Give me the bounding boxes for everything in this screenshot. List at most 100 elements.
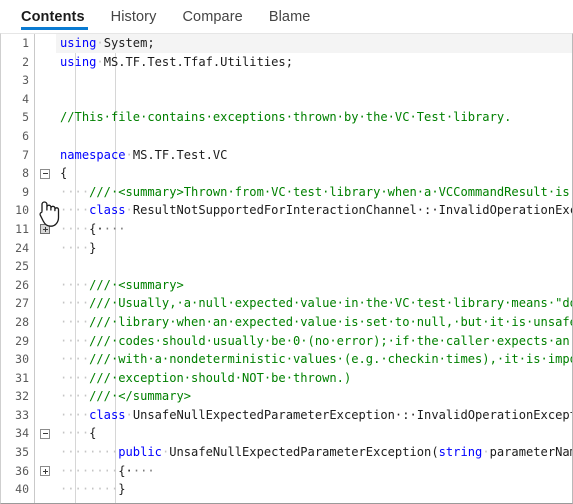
code-editor[interactable]: 1 using·System; 2 using·MS.TF.Test.Tfaf.Uti…: [0, 33, 573, 504]
code-text[interactable]: ····class·ResultNotSupportedForInteracti…: [56, 201, 572, 220]
code-line[interactable]: 7 namespace·MS.TF.Test.VC: [1, 145, 572, 165]
plus-icon: [44, 226, 46, 232]
code-line[interactable]: 31 ····///·exception·should·NOT·be·thrown…: [1, 368, 572, 388]
expand-region-button[interactable]: [40, 224, 50, 235]
code-line[interactable]: 34 ····{: [1, 424, 572, 444]
code-tokens: ····///·library·when·an·expected·value·i…: [60, 313, 572, 332]
code-line[interactable]: 25: [1, 257, 572, 276]
code-line[interactable]: 41: [1, 498, 572, 503]
token-cm: ///·</summary>: [89, 389, 192, 404]
code-text[interactable]: ····class·UnsafeNullExpectedParameterExc…: [56, 406, 572, 425]
code-text[interactable]: ········{····: [56, 462, 572, 481]
token-tx: }: [118, 482, 126, 497]
code-line[interactable]: 33 ····class·UnsafeNullExpectedParameterE…: [1, 405, 572, 425]
line-number: 4: [22, 91, 29, 106]
code-tokens: ····///·<summary>: [60, 276, 572, 295]
token-kw: using: [60, 54, 97, 69]
code-line[interactable]: 32 ····///·</summary>: [1, 387, 572, 406]
code-text[interactable]: {: [56, 164, 572, 183]
code-line[interactable]: 9 ····///·<summary>Thrown·from·VC·test·li…: [1, 182, 572, 202]
fold-margin-cell: [34, 405, 56, 425]
code-line[interactable]: 2 using·MS.TF.Test.Tfaf.Utilities;: [1, 52, 572, 72]
code-line[interactable]: 24 ····}: [1, 238, 572, 258]
code-text[interactable]: using·MS.TF.Test.Tfaf.Utilities;: [56, 53, 572, 72]
tab-history[interactable]: History: [98, 0, 170, 33]
fold-margin-cell: [34, 164, 56, 183]
token-ws: ·: [96, 54, 104, 69]
code-text[interactable]: [56, 90, 572, 109]
token-cm: //This·file·contains·exceptions·thrown·b…: [60, 110, 512, 125]
code-text[interactable]: [56, 71, 572, 90]
code-line[interactable]: 10 ····class·ResultNotSupportedForInterac…: [1, 201, 572, 220]
line-number: 5: [22, 110, 29, 125]
code-line[interactable]: 1 using·System;: [1, 34, 572, 53]
fold-margin-cell: [34, 498, 56, 503]
code-text[interactable]: namespace·MS.TF.Test.VC: [56, 146, 572, 165]
code-text[interactable]: using·System;: [56, 34, 572, 53]
code-text[interactable]: ····///·<summary>Thrown·from·VC·test·lib…: [56, 183, 572, 202]
code-line[interactable]: 35 ········public · UnsafeNullExpectedParam…: [1, 443, 572, 462]
collapse-region-button[interactable]: [40, 428, 50, 439]
token-ws: ····: [60, 314, 90, 329]
code-tokens: {: [60, 164, 572, 183]
line-number: 7: [22, 147, 29, 162]
line-number: 29: [15, 333, 29, 348]
code-text[interactable]: [56, 499, 572, 503]
line-number: 10: [15, 203, 29, 218]
line-number: 1: [1, 34, 34, 53]
code-tokens: ····///·codes·should·usually·be·0·(no·er…: [60, 332, 572, 351]
code-text[interactable]: ····///·codes·should·usually·be·0·(no·er…: [56, 332, 572, 351]
code-tokens: ····class·UnsafeNullExpectedParameterExc…: [60, 406, 572, 425]
code-line[interactable]: 11 ····{····: [1, 219, 572, 239]
tab-bar: Contents History Compare Blame: [0, 0, 573, 33]
fold-margin-cell: [34, 182, 56, 202]
code-text[interactable]: ····///·Usually,·a·null·expected·value·i…: [56, 294, 572, 313]
code-line[interactable]: 30 ····///·with·a·nondeterministic·values…: [1, 350, 572, 369]
token-ws: ····: [60, 370, 90, 385]
code-tokens: ····///·with·a·nondeterministic·values·(…: [60, 350, 572, 369]
fold-margin-cell: [34, 368, 56, 388]
code-text[interactable]: ········public · UnsafeNullExpectedParamet…: [56, 443, 572, 462]
code-text[interactable]: ····///·library·when·an·expected·value·i…: [56, 313, 572, 332]
code-line[interactable]: 27 ····///·Usually,·a·null·expected·value…: [1, 294, 572, 313]
collapse-region-button[interactable]: [40, 168, 50, 179]
code-text[interactable]: ····///·</summary>: [56, 387, 572, 406]
code-line[interactable]: 8{: [1, 164, 572, 183]
fold-margin-cell: [34, 350, 56, 369]
code-text[interactable]: //This·file·contains·exceptions·thrown·b…: [56, 108, 572, 127]
code-line[interactable]: 4: [1, 89, 572, 109]
expand-region-button[interactable]: [40, 466, 50, 477]
code-line[interactable]: 40 ········}: [1, 480, 572, 499]
tab-blame[interactable]: Blame: [256, 0, 324, 33]
code-text[interactable]: ····///·exception·should·NOT·be·thrown.): [56, 369, 572, 388]
fold-margin-cell: [34, 219, 56, 239]
fold-margin-cell: [34, 275, 56, 295]
code-line[interactable]: 28 ····///·library·when·an·expected·value…: [1, 312, 572, 332]
token-ws: ····: [60, 296, 90, 311]
code-line[interactable]: 36 ········{····: [1, 461, 572, 481]
code-text[interactable]: ····{: [56, 424, 572, 443]
line-number: 32: [15, 389, 29, 404]
line-number: 33: [15, 407, 29, 422]
line-number: 3: [22, 73, 29, 88]
code-line[interactable]: 5 //This·file·contains·exceptions·thrown·…: [1, 108, 572, 127]
code-text[interactable]: [56, 257, 572, 276]
token-cm: ///·library·when·an·expected·value·is·se…: [89, 314, 572, 329]
code-line[interactable]: 29 ····///·codes·should·usually·be·0·(no·…: [1, 331, 572, 351]
code-text[interactable]: ········}: [56, 480, 572, 499]
code-text[interactable]: ····}: [56, 239, 572, 258]
code-text[interactable]: ····///·<summary>: [56, 276, 572, 295]
code-text[interactable]: [56, 127, 572, 146]
code-text[interactable]: ····{····: [56, 220, 572, 239]
fold-margin-cell: [34, 201, 56, 220]
code-line[interactable]: 26 ····///·<summary>: [1, 275, 572, 295]
tab-compare[interactable]: Compare: [169, 0, 255, 33]
code-line[interactable]: 6: [1, 126, 572, 146]
code-tokens: using·MS.TF.Test.Tfaf.Utilities;: [60, 53, 572, 72]
token-tx: UnsafeNullExpectedParameterException(: [169, 445, 439, 460]
code-tokens: ········{····: [60, 462, 572, 481]
code-text[interactable]: ····///·with·a·nondeterministic·values·(…: [56, 350, 572, 369]
code-line[interactable]: 3: [1, 71, 572, 90]
tab-contents[interactable]: Contents: [11, 0, 98, 33]
code-tokens: ····}: [60, 239, 572, 258]
